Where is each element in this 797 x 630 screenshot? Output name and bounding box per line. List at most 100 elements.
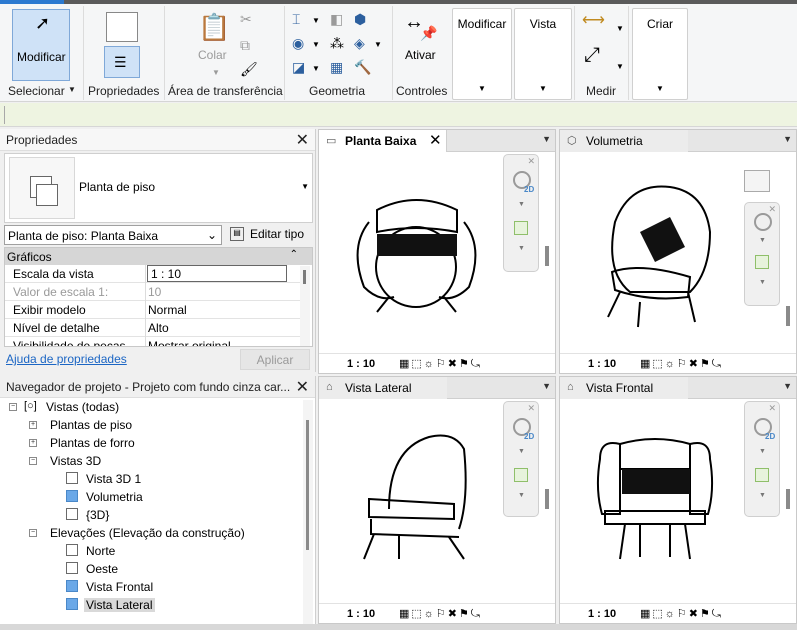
chevron-down-icon[interactable]: ▼ — [759, 448, 766, 455]
navigation-bar[interactable]: ✕ 2D ▼ ▼ — [503, 154, 539, 272]
type-properties-icon[interactable] — [106, 12, 138, 42]
paste-dropdown-icon[interactable]: ▼ — [212, 66, 220, 80]
view-cube-icon[interactable] — [744, 170, 770, 192]
property-row-display-model[interactable]: Exibir modelo Normal — [5, 301, 300, 319]
pin-icon[interactable]: 📌 — [420, 26, 437, 40]
chevron-down-icon[interactable]: ▼ — [518, 201, 525, 208]
zoom-icon[interactable] — [514, 468, 528, 482]
close-icon[interactable]: ✕ — [429, 131, 442, 149]
select-group-label[interactable]: Selecionar — [8, 84, 65, 98]
measure-dropdown-icon[interactable]: ▼ — [616, 22, 624, 36]
menu-icon[interactable]: ▼ — [783, 134, 792, 144]
view-scale[interactable]: 1 : 10 — [588, 608, 616, 620]
zoom-icon[interactable] — [514, 221, 528, 235]
steering-wheel-icon[interactable] — [754, 213, 772, 231]
aligned-dimension-icon[interactable]: ⤢ — [584, 45, 600, 65]
create-panel-button[interactable]: Criar ▼ — [632, 8, 688, 100]
menu-icon[interactable]: ▼ — [542, 381, 551, 391]
navigation-bar[interactable]: ✕ ▼ ▼ — [744, 202, 780, 306]
viewport-scrollbar[interactable] — [786, 489, 790, 509]
instance-selector[interactable]: Planta de piso: Planta Baixa ⌄ — [4, 225, 222, 245]
chevron-down-icon[interactable]: ▼ — [759, 279, 766, 286]
navigation-bar[interactable]: ✕ 2D ▼ ▼ — [503, 401, 539, 517]
close-icon[interactable]: ✕ — [527, 156, 535, 167]
join-icon[interactable]: ⬢ — [354, 12, 366, 26]
cut-geometry-icon[interactable]: ◧ — [330, 12, 343, 26]
viewport-volumetria[interactable]: ⬡ Volumetria ▼ ✕ ▼ ▼ 1 : 10 ▦⬚☼⚐✖⚑⤿ — [559, 129, 797, 374]
close-icon[interactable]: ✕ — [296, 377, 309, 397]
view-scale-input[interactable]: 1 : 10 — [147, 265, 287, 282]
type-dropdown-icon[interactable]: ▼ — [301, 182, 309, 191]
view-control-icons[interactable]: ▦⬚☼⚐✖⚑⤿ — [640, 357, 723, 371]
wall-joins-icon[interactable]: ◉ — [292, 36, 304, 50]
property-row-detail-level[interactable]: Nível de detalhe Alto — [5, 319, 300, 337]
tab-front-view[interactable]: ⌂ Vista Frontal — [560, 377, 688, 399]
collapse-icon[interactable]: − — [9, 403, 17, 411]
cope-dropdown-icon[interactable]: ▼ — [312, 14, 320, 28]
expand-icon[interactable]: + — [29, 421, 37, 429]
tab-volumetria[interactable]: ⬡ Volumetria — [560, 130, 688, 152]
expand-icon[interactable]: + — [29, 439, 37, 447]
properties-scrollbar[interactable] — [300, 266, 310, 346]
view-panel-button[interactable]: Vista ▼ — [514, 8, 572, 100]
tab-side-view[interactable]: ⌂ Vista Lateral — [319, 377, 447, 399]
split-element-icon[interactable]: ▦ — [330, 60, 343, 74]
collapse-icon[interactable]: − — [29, 457, 37, 465]
properties-help-link[interactable]: Ajuda de propriedades — [6, 352, 127, 366]
close-icon[interactable]: ✕ — [768, 204, 776, 215]
property-row-parts-visibility[interactable]: Visibilidade de peças Mostrar original — [5, 337, 300, 346]
menu-icon[interactable]: ▼ — [783, 381, 792, 391]
paint-dropdown-icon[interactable]: ▼ — [374, 38, 382, 52]
chevron-down-icon[interactable]: ▼ — [518, 245, 525, 252]
viewport-scrollbar[interactable] — [545, 246, 549, 266]
type-selector[interactable]: Planta de piso ▼ — [4, 153, 313, 223]
modify-panel-button[interactable]: Modificar ▼ — [452, 8, 512, 100]
collapse-icon[interactable]: − — [29, 529, 37, 537]
paste-icon[interactable]: 📋 — [198, 14, 230, 40]
viewport-scrollbar[interactable] — [545, 489, 549, 509]
properties-button[interactable]: ☰ — [104, 46, 140, 78]
cut-icon[interactable]: ✂ — [240, 12, 252, 26]
close-icon[interactable]: ✕ — [768, 403, 776, 414]
ribbon-tab-active[interactable] — [0, 0, 64, 4]
dimension-dropdown-icon[interactable]: ▼ — [616, 60, 624, 74]
measure-between-icon[interactable]: ⟷ — [582, 13, 605, 29]
hammer-icon[interactable]: 🔨 — [354, 60, 371, 74]
edit-type-button[interactable]: ▤ Editar tipo — [228, 225, 314, 245]
zoom-icon[interactable] — [755, 468, 769, 482]
collapse-icon[interactable]: ⌃ — [290, 249, 298, 260]
zoom-icon[interactable] — [755, 255, 769, 269]
demolish-icon[interactable]: ◪ — [292, 60, 305, 74]
view-scale[interactable]: 1 : 10 — [347, 358, 375, 370]
wall-joins-dropdown-icon[interactable]: ▼ — [312, 38, 320, 52]
cope-icon[interactable]: ⌶ — [292, 12, 300, 26]
view-scale[interactable]: 1 : 10 — [347, 608, 375, 620]
viewport-front[interactable]: ⌂ Vista Frontal ▼ ✕ 2D ▼ ▼ 1 : 10 ▦⬚☼⚐✖⚑… — [559, 376, 797, 624]
split-face-icon[interactable]: ⁂ — [330, 36, 344, 50]
chevron-down-icon[interactable]: ▼ — [759, 237, 766, 244]
menu-icon[interactable]: ▼ — [542, 134, 551, 144]
view-control-icons[interactable]: ▦⬚☼⚐✖⚑⤿ — [399, 607, 482, 621]
chevron-down-icon[interactable]: ▼ — [518, 492, 525, 499]
property-row-view-scale[interactable]: Escala da vista 1 : 10 — [5, 265, 300, 283]
graphics-section-header[interactable]: Gráficos ⌃ — [5, 248, 312, 265]
view-control-icons[interactable]: ▦⬚☼⚐✖⚑⤿ — [399, 357, 482, 371]
paint-icon[interactable]: ◈ — [354, 36, 365, 50]
close-icon[interactable]: ✕ — [527, 403, 535, 414]
navigation-bar[interactable]: ✕ 2D ▼ ▼ — [744, 401, 780, 517]
match-properties-icon[interactable]: 🖌 — [240, 62, 258, 76]
close-icon[interactable]: ✕ — [296, 130, 309, 150]
chevron-down-icon[interactable]: ▼ — [759, 492, 766, 499]
chevron-down-icon[interactable]: ▼ — [518, 448, 525, 455]
project-browser-scrollbar[interactable] — [303, 400, 313, 626]
tab-plan[interactable]: ▭ Planta Baixa ✕ — [319, 130, 447, 152]
view-scale[interactable]: 1 : 10 — [588, 358, 616, 370]
view-control-icons[interactable]: ▦⬚☼⚐✖⚑⤿ — [640, 607, 723, 621]
select-dropdown-icon[interactable]: ▼ — [68, 85, 76, 94]
copy-icon[interactable]: ⧉ — [240, 38, 250, 52]
viewport-plan[interactable]: ▭ Planta Baixa ✕ ▼ ✕ 2D ▼ ▼ 1: 10 ▦⬚☼⚐✖… — [318, 129, 556, 374]
demolish-dropdown-icon[interactable]: ▼ — [312, 62, 320, 76]
apply-button[interactable]: Aplicar — [240, 349, 310, 370]
viewport-scrollbar[interactable] — [786, 306, 790, 326]
modify-button[interactable]: ➚ Modificar — [12, 9, 70, 81]
